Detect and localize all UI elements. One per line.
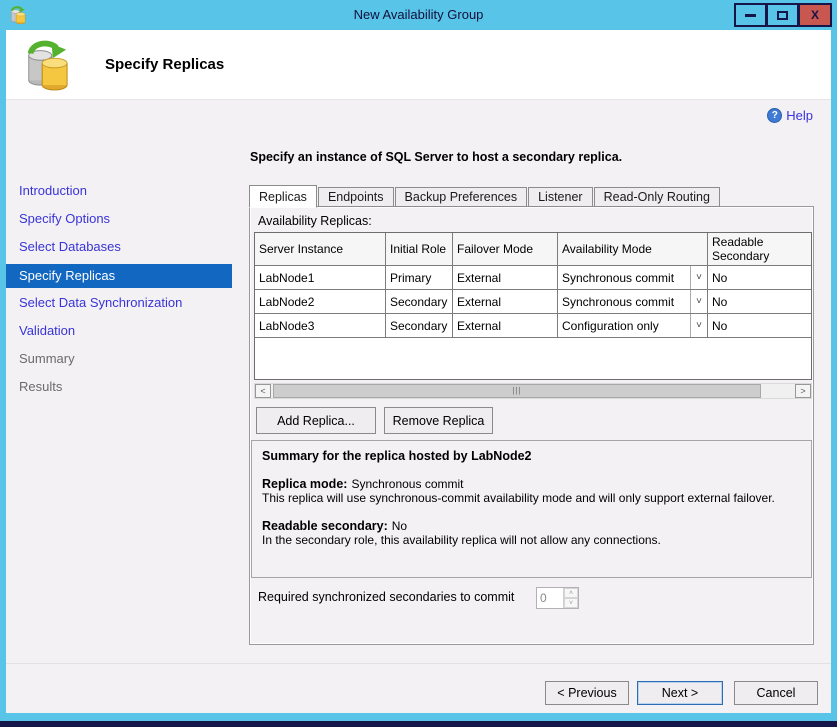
- cell-initial-role: Secondary: [386, 290, 453, 314]
- chevron-down-icon[interactable]: ˅: [690, 266, 707, 289]
- minimize-button[interactable]: [734, 3, 767, 27]
- grid-header-row: Server Instance Initial Role Failover Mo…: [255, 233, 811, 266]
- minimize-icon: [745, 14, 756, 17]
- scroll-right-button[interactable]: ˃: [795, 384, 811, 398]
- availability-mode-dropdown[interactable]: Synchronous commit ˅: [558, 266, 708, 290]
- tab-listener[interactable]: Listener: [528, 187, 592, 207]
- close-icon: X: [811, 8, 819, 22]
- tab-endpoints[interactable]: Endpoints: [318, 187, 394, 207]
- sidebar-item-summary: Summary: [6, 346, 232, 374]
- cell-readable-secondary[interactable]: No: [708, 290, 812, 314]
- scroll-left-button[interactable]: ˂: [255, 384, 271, 398]
- footer-separator: [6, 663, 831, 664]
- cell-server-instance[interactable]: LabNode1: [255, 266, 386, 290]
- maximize-icon: [777, 11, 788, 20]
- cancel-button[interactable]: Cancel: [734, 681, 818, 705]
- replica-database-icon: [23, 39, 69, 91]
- sidebar-item-introduction[interactable]: Introduction: [6, 178, 232, 206]
- summary-title: Summary for the replica hosted by LabNod…: [262, 449, 801, 463]
- availability-replicas-label: Availability Replicas:: [258, 214, 372, 228]
- column-header-initial-role: Initial Role: [386, 233, 453, 266]
- required-secondaries-input[interactable]: [537, 588, 563, 608]
- help-icon: ?: [767, 108, 782, 123]
- chevron-down-icon[interactable]: ˅: [690, 314, 707, 337]
- help-link[interactable]: ? Help: [767, 108, 813, 123]
- cell-initial-role: Primary: [386, 266, 453, 290]
- cell-initial-role: Secondary: [386, 314, 453, 338]
- remove-replica-button[interactable]: Remove Replica: [384, 407, 493, 434]
- cell-readable-secondary[interactable]: No: [708, 314, 812, 338]
- column-header-server-instance: Server Instance: [255, 233, 386, 266]
- replica-mode-label: Replica mode:: [262, 477, 347, 491]
- replicas-tab-panel: Availability Replicas: Server Instance I…: [249, 206, 814, 645]
- column-header-readable-secondary: Readable Secondary: [708, 233, 812, 266]
- availability-mode-value: Configuration only: [558, 319, 690, 333]
- spinner-buttons: ˄ ˅: [563, 588, 578, 608]
- replica-mode-description: This replica will use synchronous-commit…: [262, 491, 801, 505]
- close-button[interactable]: X: [798, 3, 832, 27]
- availability-mode-value: Synchronous commit: [558, 271, 690, 285]
- window-title: New Availability Group: [0, 7, 837, 22]
- scrollbar-thumb[interactable]: |||: [273, 384, 761, 398]
- availability-replicas-grid: Server Instance Initial Role Failover Mo…: [254, 232, 812, 380]
- title-bar: New Availability Group X: [0, 0, 837, 30]
- column-header-availability-mode: Availability Mode: [558, 233, 708, 266]
- readable-secondary-description: In the secondary role, this availability…: [262, 533, 801, 547]
- wizard-steps-sidebar: Introduction Specify Options Select Data…: [6, 100, 232, 713]
- availability-mode-dropdown[interactable]: Synchronous commit ˅: [558, 290, 708, 314]
- scrollbar-grip-icon: |||: [512, 387, 521, 395]
- spin-down-icon: ˅: [569, 600, 573, 607]
- window-frame: New Availability Group X Specify Replica…: [0, 0, 837, 727]
- sidebar-item-select-databases[interactable]: Select Databases: [6, 234, 232, 262]
- sidebar-item-validation[interactable]: Validation: [6, 318, 232, 346]
- main-content: ? Help Specify an instance of SQL Server…: [232, 100, 831, 713]
- scrollbar-track[interactable]: |||: [271, 384, 795, 398]
- readable-secondary-label: Readable secondary:: [262, 519, 388, 533]
- cell-server-instance[interactable]: LabNode3: [255, 314, 386, 338]
- availability-mode-dropdown[interactable]: Configuration only ˅: [558, 314, 708, 338]
- add-replica-button[interactable]: Add Replica...: [256, 407, 376, 434]
- sidebar-item-results: Results: [6, 374, 232, 402]
- column-header-failover-mode: Failover Mode: [453, 233, 558, 266]
- horizontal-scrollbar[interactable]: ˂ ||| ˃: [254, 383, 812, 399]
- wizard-header: Specify Replicas: [6, 30, 831, 100]
- sidebar-item-select-data-synchronization[interactable]: Select Data Synchronization: [6, 290, 232, 318]
- required-secondaries-spinner: ˄ ˅: [536, 587, 579, 609]
- help-label: Help: [786, 108, 813, 123]
- replica-mode-value: Synchronous commit: [351, 477, 463, 491]
- replica-mode-line: Replica mode: Synchronous commit: [262, 477, 801, 491]
- cell-server-instance[interactable]: LabNode2: [255, 290, 386, 314]
- grid-row-labnode2[interactable]: LabNode2 Secondary External Synchronous …: [255, 290, 811, 314]
- tab-backup-preferences[interactable]: Backup Preferences: [395, 187, 528, 207]
- cell-failover-mode: External: [453, 314, 558, 338]
- cell-failover-mode: External: [453, 266, 558, 290]
- spin-up-icon: ˄: [569, 590, 573, 597]
- readable-secondary-value: No: [392, 519, 407, 533]
- scroll-right-icon: ˃: [800, 386, 805, 396]
- next-button[interactable]: Next >: [637, 681, 723, 705]
- cell-failover-mode: External: [453, 290, 558, 314]
- grid-row-labnode1[interactable]: LabNode1 Primary External Synchronous co…: [255, 266, 811, 290]
- required-secondaries-label: Required synchronized secondaries to com…: [258, 590, 514, 604]
- instruction-text: Specify an instance of SQL Server to hos…: [250, 150, 622, 164]
- previous-button[interactable]: < Previous: [545, 681, 629, 705]
- spin-up-button[interactable]: ˄: [564, 588, 578, 598]
- page-title: Specify Replicas: [105, 56, 224, 73]
- availability-mode-value: Synchronous commit: [558, 295, 690, 309]
- replica-summary-box: Summary for the replica hosted by LabNod…: [251, 440, 812, 578]
- tab-strip: Replicas Endpoints Backup Preferences Li…: [249, 184, 721, 207]
- maximize-button[interactable]: [766, 3, 799, 27]
- tab-read-only-routing[interactable]: Read-Only Routing: [594, 187, 720, 207]
- cell-readable-secondary[interactable]: No: [708, 266, 812, 290]
- sidebar-item-specify-options[interactable]: Specify Options: [6, 206, 232, 234]
- tab-replicas[interactable]: Replicas: [249, 185, 317, 208]
- grid-row-labnode3[interactable]: LabNode3 Secondary External Configuratio…: [255, 314, 811, 338]
- spin-down-button[interactable]: ˅: [564, 598, 578, 608]
- chevron-down-icon[interactable]: ˅: [690, 290, 707, 313]
- sidebar-item-specify-replicas[interactable]: Specify Replicas: [6, 264, 232, 288]
- window-bottom-edge: [0, 721, 837, 727]
- readable-secondary-line: Readable secondary: No: [262, 519, 801, 533]
- scroll-left-icon: ˂: [260, 386, 265, 396]
- dialog-body: Specify Replicas Introduction Specify Op…: [6, 30, 831, 713]
